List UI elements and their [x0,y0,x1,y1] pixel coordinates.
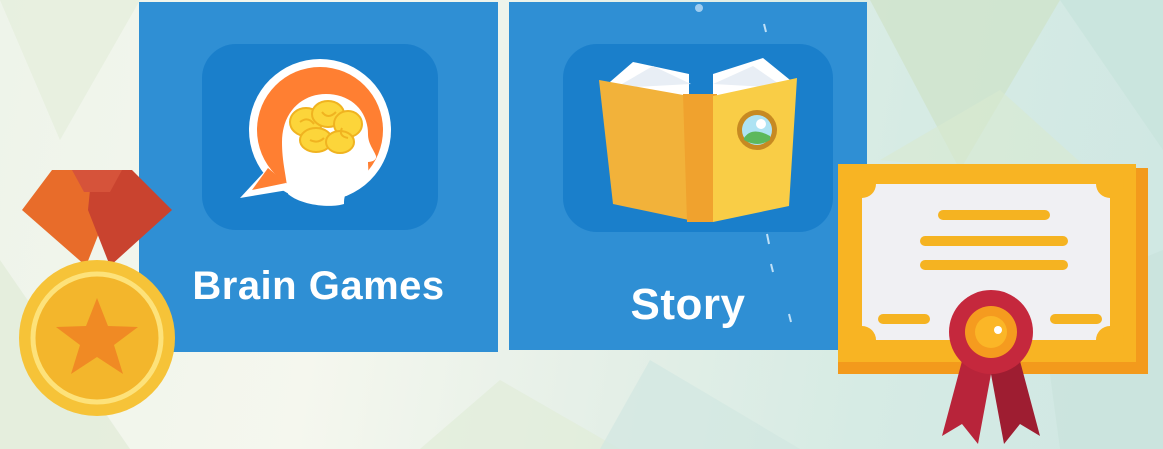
brain-games-tile[interactable]: Brain Games [139,2,498,352]
brain-head-icon [240,59,391,206]
story-tile[interactable]: Story [509,2,867,350]
open-book-icon [599,58,797,222]
medal-icon [19,170,175,416]
certificate-icon [838,164,1148,444]
brain-games-label: Brain Games [192,264,445,308]
story-label: Story [630,280,746,329]
story-icon-box [563,44,833,232]
brain-games-icon-box [202,44,438,230]
